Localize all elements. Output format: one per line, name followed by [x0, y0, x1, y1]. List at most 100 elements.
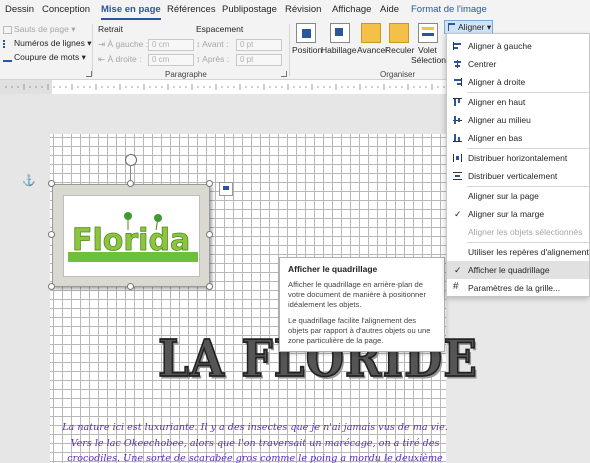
aligner-button[interactable]: Aligner ▾ — [444, 20, 493, 34]
send-backward-icon — [389, 23, 409, 43]
align-middle-icon — [453, 116, 462, 124]
menu-item-label: Aligner sur la page — [468, 191, 539, 201]
menu-item-distribuer-verticalement[interactable]: Distribuer verticalement — [447, 167, 589, 185]
tab-publipostage[interactable]: Publipostage — [222, 4, 277, 15]
menu-item-label: Paramètres de la grille... — [468, 283, 561, 293]
paragraphe-launcher-icon[interactable] — [281, 71, 287, 77]
a-gauche-label: ⇥ À gauche : — [98, 39, 149, 49]
resize-handle-sw[interactable] — [48, 283, 55, 290]
bring-forward-icon — [361, 23, 381, 43]
tab-dessin[interactable]: Dessin — [5, 4, 34, 15]
body-line-3: crocodiles. Une sorte de scarabée gros c… — [67, 453, 443, 463]
aligner-dropdown-menu: Aligner à gauche Centrer Aligner à droit… — [446, 33, 590, 297]
resize-handle-se[interactable] — [206, 283, 213, 290]
sauts-de-page-label: Sauts de page — [14, 24, 69, 34]
menu-item-label: Aligner à gauche — [468, 41, 532, 51]
resize-handle-s[interactable] — [127, 283, 134, 290]
body-line-1: La nature ici est luxuriante. Il y a des… — [62, 422, 448, 433]
tab-references[interactable]: Références — [167, 4, 216, 15]
avant-input[interactable]: 0 pt — [236, 39, 282, 51]
wrap-text-icon — [330, 23, 350, 43]
tab-aide[interactable]: Aide — [380, 4, 399, 15]
distribute-horizontal-icon — [453, 154, 462, 162]
tooltip-title: Afficher le quadrillage — [288, 264, 378, 274]
tab-mise-en-page[interactable]: Mise en page — [101, 4, 161, 20]
menu-item-aligner-milieu[interactable]: Aligner au milieu — [447, 111, 589, 129]
menu-item-aligner-marge[interactable]: ✓ Aligner sur la marge — [447, 205, 589, 223]
menu-item-reperes-alignement[interactable]: Utiliser les repères d'alignement — [447, 243, 589, 261]
resize-handle-n[interactable] — [127, 180, 134, 187]
menu-item-label: Aligner au milieu — [468, 115, 531, 125]
menu-item-label: Aligner en bas — [468, 133, 523, 143]
avancer-label: Avancer — [357, 45, 389, 55]
align-icon — [448, 23, 455, 31]
resize-handle-ne[interactable] — [206, 180, 213, 187]
espacement-heading: Espacement — [196, 24, 244, 34]
menu-item-label: Utiliser les repères d'alignement — [468, 247, 589, 257]
resize-handle-w[interactable] — [48, 231, 55, 238]
align-top-icon — [453, 98, 462, 106]
organiser-group-label: Organiser — [380, 70, 416, 79]
grid-icon: # — [453, 281, 459, 292]
menu-item-label: Distribuer verticalement — [468, 171, 558, 181]
tab-affichage[interactable]: Affichage — [332, 4, 371, 15]
numeros-de-lignes-label: Numéros de lignes — [14, 38, 85, 48]
menu-item-afficher-quadrillage[interactable]: ✓ Afficher le quadrillage — [447, 261, 589, 279]
menu-item-aligner-gauche[interactable]: Aligner à gauche — [447, 37, 589, 55]
tab-format-image[interactable]: Format de l'image — [411, 4, 487, 15]
florida-picture[interactable]: Florida — [52, 184, 210, 287]
a-droite-input[interactable]: 0 cm — [148, 54, 194, 66]
apres-text: Après : — [202, 54, 230, 64]
menu-item-label: Distribuer horizontalement — [468, 153, 568, 163]
resize-handle-e[interactable] — [206, 231, 213, 238]
menu-item-aligner-bas[interactable]: Aligner en bas — [447, 129, 589, 147]
tooltip-paragraph-1: Afficher le quadrillage en arrière-plan … — [288, 280, 427, 309]
menu-item-aligner-page[interactable]: Aligner sur la page — [447, 187, 589, 205]
sauts-de-page-button[interactable]: Sauts de page ▾ — [3, 24, 75, 35]
menu-item-label: Aligner les objets sélectionnés — [468, 227, 583, 237]
selection-pane-icon — [418, 23, 438, 43]
distribute-vertical-icon — [453, 172, 462, 180]
avant-label: ↕ Avant : — [196, 39, 229, 49]
volet-label-line1: Volet — [418, 45, 437, 55]
aligner-button-label: Aligner — [458, 22, 485, 32]
volet-label-line2: Sélection — [411, 55, 446, 65]
florida-logo-image: Florida — [68, 212, 198, 262]
tab-conception[interactable]: Conception — [42, 4, 90, 15]
body-line-2: Vers le lac Okeechobee, alors que l'on t… — [70, 437, 440, 449]
ribbon-separator — [92, 24, 93, 76]
a-gauche-input[interactable]: 0 cm — [148, 39, 194, 51]
menu-item-aligner-haut[interactable]: Aligner en haut — [447, 93, 589, 111]
line-numbers-icon — [3, 39, 12, 48]
checkmark-icon: ✓ — [454, 209, 462, 219]
reculer-label: Reculer — [385, 45, 415, 55]
tab-revision[interactable]: Révision — [285, 4, 321, 15]
menu-item-parametres-grille[interactable]: # Paramètres de la grille... — [447, 279, 589, 297]
retrait-heading: Retrait — [98, 24, 124, 34]
menu-item-label: Afficher le quadrillage — [468, 265, 550, 275]
coupure-de-mots-button[interactable]: Coupure de mots ▾ — [3, 52, 86, 63]
avant-text: Avant : — [202, 39, 229, 49]
apres-input[interactable]: 0 pt — [236, 54, 282, 66]
menu-item-label: Aligner sur la marge — [468, 209, 545, 219]
align-center-icon — [454, 60, 461, 68]
menu-item-distribuer-horizontalement[interactable]: Distribuer horizontalement — [447, 149, 589, 167]
anchor-icon[interactable]: ⚓ — [22, 174, 36, 187]
rotate-handle-icon[interactable] — [125, 154, 137, 166]
align-right-icon — [454, 78, 462, 86]
menu-item-centrer[interactable]: Centrer — [447, 55, 589, 73]
habillage-label: Habillage — [321, 45, 357, 55]
tooltip-paragraph-2: Le quadrillage facilite l'alignement des… — [288, 316, 431, 345]
layout-options-button[interactable] — [219, 182, 233, 196]
ribbon-separator — [289, 24, 290, 76]
apres-label: ↕ Après : — [196, 54, 230, 64]
menu-item-aligner-droite[interactable]: Aligner à droite — [447, 73, 589, 91]
checkmark-icon: ✓ — [454, 265, 462, 275]
ruler-ticks — [0, 80, 446, 94]
mise-en-page-launcher-icon[interactable] — [86, 71, 92, 77]
align-bottom-icon — [453, 134, 462, 142]
numeros-de-lignes-button[interactable]: Numéros de lignes ▾ — [3, 38, 92, 49]
horizontal-ruler[interactable] — [0, 80, 446, 94]
resize-handle-nw[interactable] — [48, 180, 55, 187]
a-droite-text: À droite : — [107, 54, 142, 64]
